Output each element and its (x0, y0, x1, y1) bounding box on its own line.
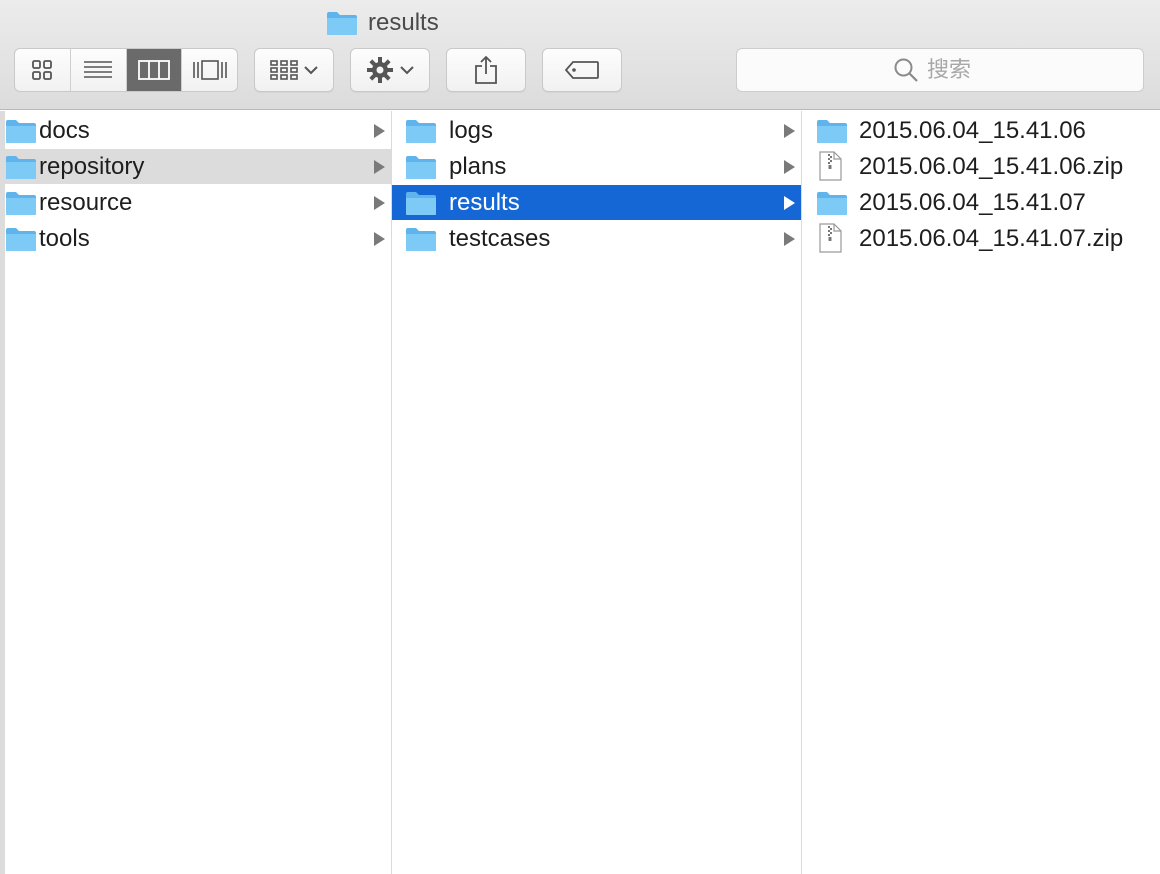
folder-icon (6, 120, 36, 143)
search-icon (894, 58, 918, 82)
item-label: docs (39, 117, 90, 144)
disclosure-arrow-icon (784, 232, 795, 246)
icon-view-button[interactable] (15, 49, 71, 91)
share-button[interactable] (446, 48, 526, 92)
zip-file-icon (819, 151, 842, 181)
cover-flow-view-icon (192, 60, 227, 80)
window-title-text: results (368, 9, 439, 36)
folder-icon (817, 192, 847, 215)
folder-icon (6, 192, 36, 215)
folder-item[interactable]: 2015.06.04_15.41.07 (802, 185, 1160, 220)
disclosure-arrow-icon (374, 232, 385, 246)
action-button[interactable] (350, 48, 430, 92)
arrange-grid-icon (270, 60, 298, 80)
folder-icon (406, 228, 436, 251)
share-icon (475, 55, 497, 84)
folder-item[interactable]: repository (5, 149, 391, 184)
disclosure-arrow-icon (374, 196, 385, 210)
search-input[interactable] (927, 57, 987, 83)
column-view-icon (137, 60, 170, 80)
disclosure-arrow-icon (374, 124, 385, 138)
toolbar: results (0, 0, 1160, 110)
cover-flow-view-button[interactable] (182, 49, 237, 91)
folder-icon (6, 156, 36, 179)
folder-item[interactable]: resource (5, 185, 391, 220)
list-view-button[interactable] (71, 49, 127, 91)
item-label: 2015.06.04_15.41.07.zip (859, 225, 1124, 252)
file-item[interactable]: 2015.06.04_15.41.07.zip (802, 221, 1160, 256)
file-item[interactable]: 2015.06.04_15.41.06.zip (802, 149, 1160, 184)
folder-item[interactable]: tools (5, 221, 391, 256)
folder-icon (327, 12, 357, 35)
list-view-icon (84, 61, 113, 78)
disclosure-arrow-icon (784, 160, 795, 174)
disclosure-arrow-icon (784, 196, 795, 210)
search-field[interactable] (736, 48, 1144, 92)
column-2: logs plans results testcases (392, 111, 802, 874)
folder-icon (6, 228, 36, 251)
item-label: logs (449, 117, 494, 144)
folder-icon (406, 192, 436, 215)
folder-icon (817, 120, 847, 143)
zip-file-icon (819, 223, 842, 253)
item-label: results (449, 189, 520, 216)
item-label: 2015.06.04_15.41.07 (859, 189, 1086, 216)
arrange-button[interactable] (254, 48, 334, 92)
disclosure-arrow-icon (374, 160, 385, 174)
item-label: resource (39, 189, 133, 216)
column-view-button[interactable] (126, 49, 183, 91)
chevron-down-icon (400, 66, 414, 75)
folder-item[interactable]: plans (392, 149, 801, 184)
tag-icon (564, 61, 599, 79)
folder-item[interactable]: docs (5, 113, 391, 148)
window-title: results (326, 6, 439, 40)
column-1: docs repository resource tools (0, 111, 392, 874)
folder-icon (406, 120, 436, 143)
folder-item[interactable]: testcases (392, 221, 801, 256)
item-label: 2015.06.04_15.41.06.zip (859, 153, 1124, 180)
column-3: 2015.06.04_15.41.06 2015.06.04_15.41.06.z… (802, 111, 1160, 874)
column-browser: docs repository resource tools logs plans res… (0, 111, 1160, 874)
gear-icon (367, 57, 393, 83)
disclosure-arrow-icon (784, 124, 795, 138)
folder-item[interactable]: results (392, 185, 801, 220)
view-mode-segmented-control (14, 48, 238, 92)
item-label: testcases (449, 225, 551, 252)
folder-item[interactable]: 2015.06.04_15.41.06 (802, 113, 1160, 148)
item-label: 2015.06.04_15.41.06 (859, 117, 1086, 144)
tag-button[interactable] (542, 48, 622, 92)
chevron-down-icon (304, 66, 318, 75)
folder-icon (406, 156, 436, 179)
item-label: plans (449, 153, 507, 180)
icon-view-icon (32, 60, 53, 80)
item-label: tools (39, 225, 90, 252)
item-label: repository (39, 153, 145, 180)
folder-item[interactable]: logs (392, 113, 801, 148)
